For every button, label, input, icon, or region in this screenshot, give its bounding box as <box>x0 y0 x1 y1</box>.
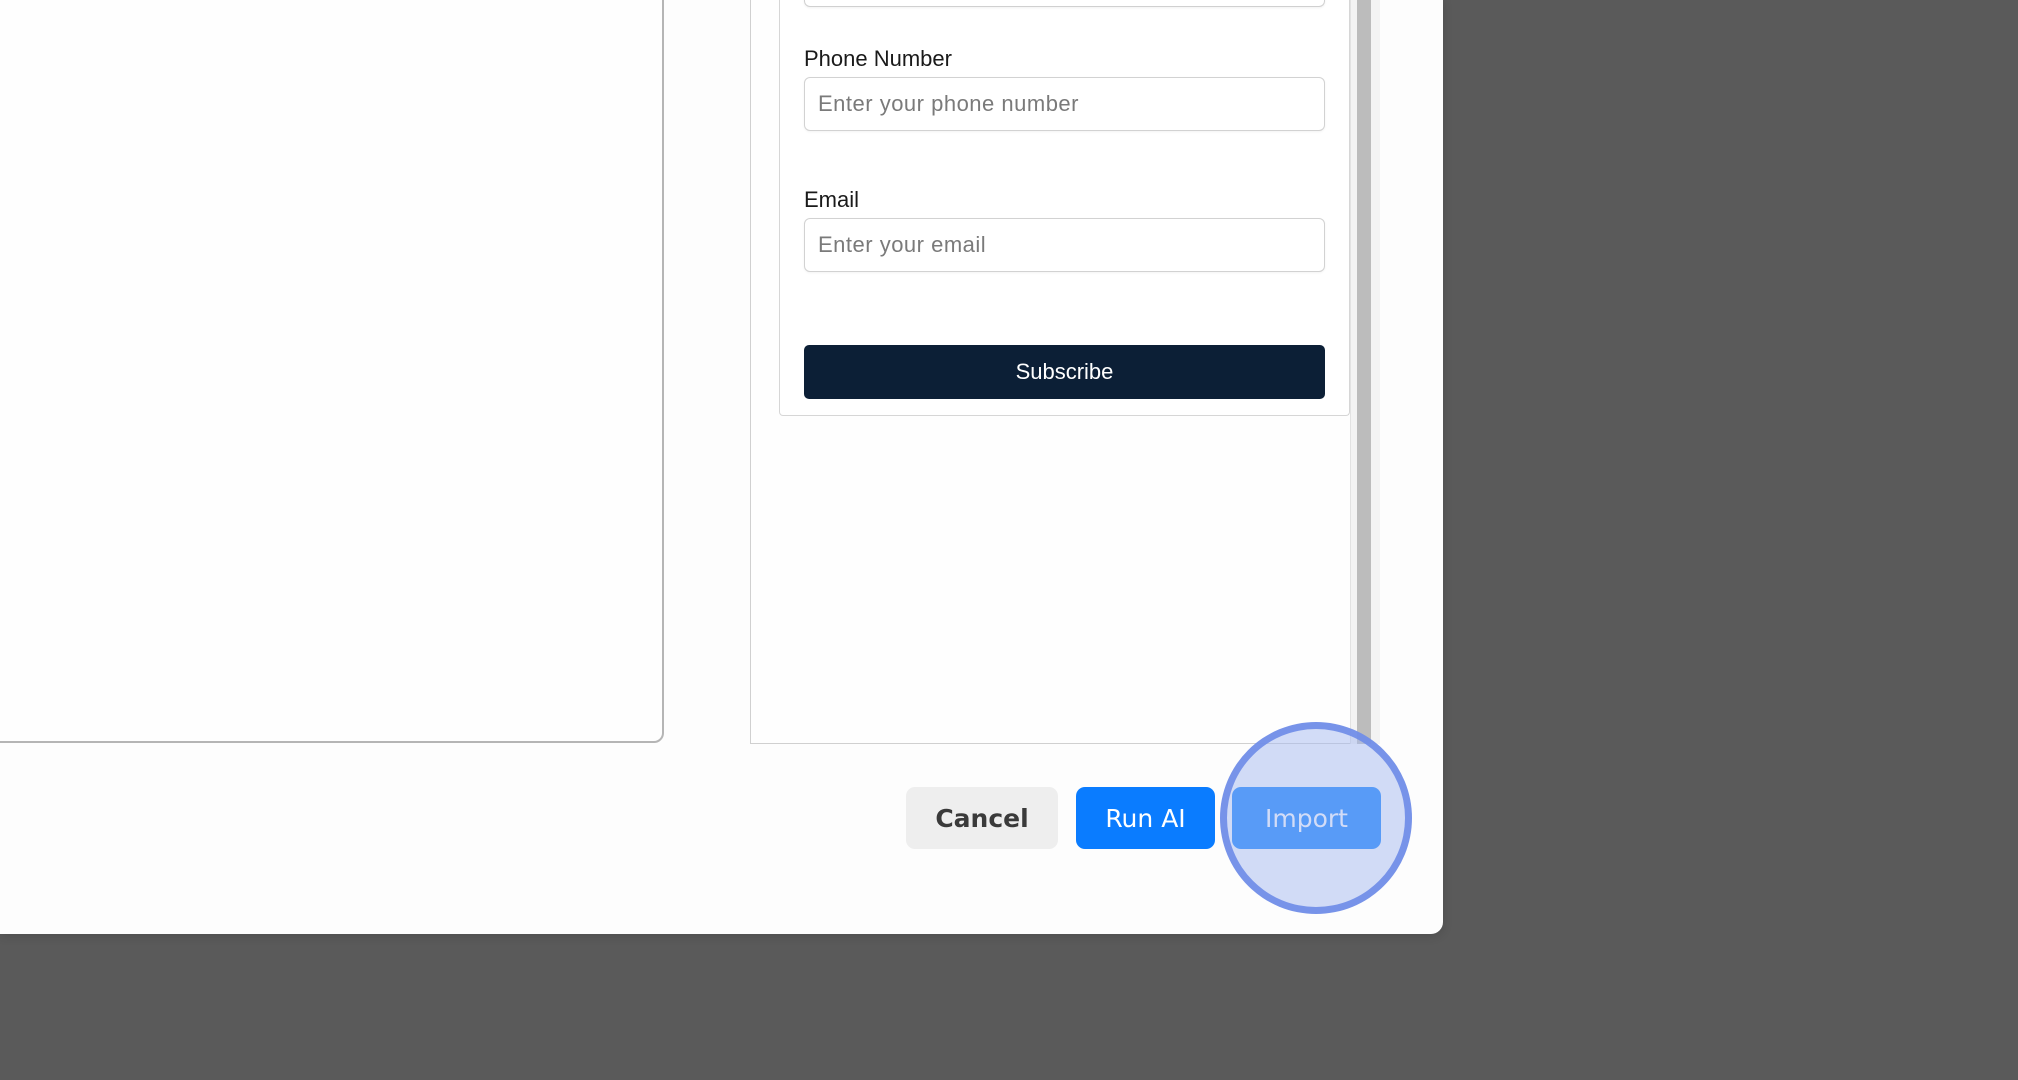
preview-scrollbar-thumb[interactable] <box>1357 0 1371 744</box>
email-label: Email <box>804 187 860 212</box>
import-dialog: Phone Number Email Subscribe Cancel Run … <box>0 0 1443 934</box>
email-input[interactable] <box>804 218 1325 272</box>
cancel-button[interactable]: Cancel <box>906 787 1058 849</box>
phone-number-input[interactable] <box>804 77 1325 131</box>
preview-scrollbar[interactable] <box>1350 0 1380 744</box>
form-preview-panel: Phone Number Email Subscribe <box>750 0 1380 744</box>
code-editor-panel[interactable] <box>0 0 664 743</box>
previous-field-input[interactable] <box>804 0 1325 7</box>
import-button[interactable]: Import <box>1232 787 1381 849</box>
phone-number-label: Phone Number <box>804 46 952 71</box>
subscribe-form-card: Phone Number Email Subscribe <box>779 0 1350 416</box>
subscribe-button[interactable]: Subscribe <box>804 345 1325 399</box>
run-ai-button[interactable]: Run AI <box>1076 787 1215 849</box>
